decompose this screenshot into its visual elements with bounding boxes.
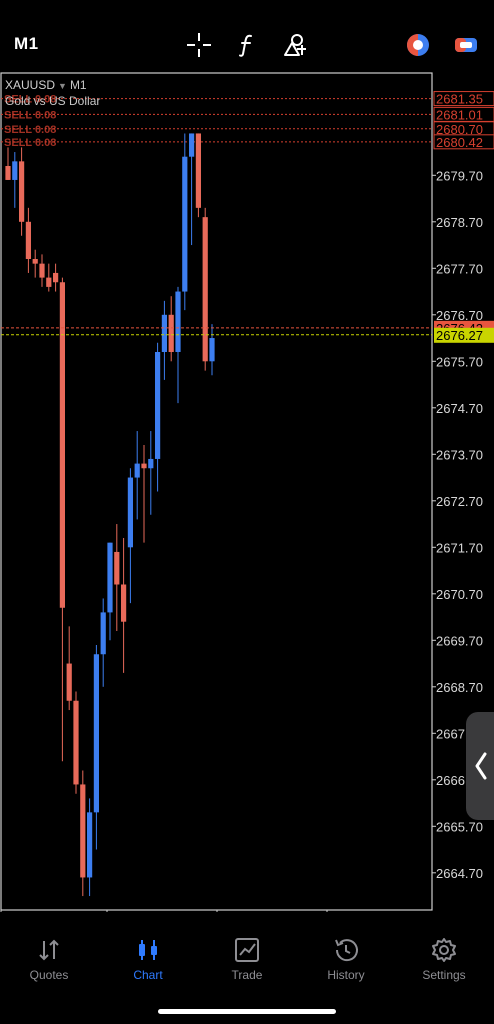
order-line-label: SELL 0.08 <box>4 124 56 136</box>
history-icon <box>335 939 358 962</box>
candle-body <box>80 784 86 878</box>
tab-settings-label: Settings <box>422 968 466 982</box>
candle-body <box>114 551 120 585</box>
y-tick-label: 2675.70 <box>436 354 483 369</box>
tab-history[interactable]: History <box>306 936 386 996</box>
price-chart[interactable]: 2679.70 2678.70 2677.70 2676.70 2675.70 2674.… <box>0 72 494 912</box>
chart-type-icon[interactable] <box>405 32 431 58</box>
tab-settings[interactable]: Settings <box>404 936 484 996</box>
tab-chart[interactable]: Chart <box>108 936 188 996</box>
candle-body <box>189 133 195 157</box>
settings-icon <box>432 938 456 962</box>
candle-body <box>5 166 11 180</box>
candle-body <box>168 314 174 352</box>
candle-body <box>87 812 93 878</box>
candle-body <box>134 463 140 478</box>
candle-body <box>53 272 59 283</box>
candle-body <box>107 542 113 613</box>
home-indicator <box>158 1009 336 1014</box>
order-price-label: 2680.42 <box>436 135 483 150</box>
order-line-label: SELL 0.08 <box>4 137 56 149</box>
function-icon[interactable] <box>234 32 260 58</box>
candle-body <box>66 663 72 701</box>
bottom-tab-bar: Quotes Chart Trade History Settings <box>0 912 494 1024</box>
symbol-header: XAUUSD ▼ M1 <box>5 78 87 92</box>
y-tick-label: 2671.70 <box>436 540 483 555</box>
quotes-icon <box>39 939 59 961</box>
tab-trade-label: Trade <box>231 968 263 982</box>
candle-body <box>121 584 127 622</box>
top-toolbar: M1 <box>0 0 494 72</box>
candle-body <box>32 259 38 264</box>
y-tick-label: 2668.70 <box>436 680 483 695</box>
tab-quotes[interactable]: Quotes <box>9 936 89 996</box>
tab-quotes-label: Quotes <box>29 968 69 982</box>
candle-body <box>148 458 154 469</box>
symbol-description: Gold vs US Dollar <box>5 94 101 108</box>
y-tick-label: 2665.70 <box>436 819 483 834</box>
symbol-label: XAUUSD <box>5 78 56 92</box>
order-price-label: 2681.35 <box>436 92 483 107</box>
y-tick-label: 2669.70 <box>436 633 483 648</box>
y-tick-label: 2678.70 <box>436 215 483 230</box>
y-tick-label: 2664.70 <box>436 866 483 881</box>
y-tick-label: 2679.70 <box>436 168 483 183</box>
crosshair-icon[interactable] <box>186 32 212 58</box>
candle-body <box>46 277 52 287</box>
chart-timeframe-label: M1 <box>69 78 87 92</box>
y-tick-label: 2672.70 <box>436 494 483 509</box>
candle-body <box>12 161 18 180</box>
side-panel-handle[interactable] <box>466 712 494 820</box>
y-tick-label: 2670.70 <box>436 587 483 602</box>
candle-body <box>39 263 45 278</box>
candle-body <box>175 291 181 352</box>
timeframe-button[interactable]: M1 <box>14 34 39 54</box>
candle-body <box>195 133 201 208</box>
candle-body <box>182 156 188 292</box>
tab-chart-label: Chart <box>133 968 163 982</box>
candle-body <box>127 477 133 548</box>
candle-body <box>141 463 147 469</box>
chart-icon <box>139 940 157 960</box>
y-tick-label: 2677.70 <box>436 261 483 276</box>
y-tick-label: 2673.70 <box>436 447 483 462</box>
candle-body <box>161 314 167 352</box>
y-tick-label: 2674.70 <box>436 401 483 416</box>
order-price-label: 2681.01 <box>436 107 483 122</box>
candle-body <box>73 700 79 785</box>
tab-trade[interactable]: Trade <box>207 936 287 996</box>
candle-body <box>25 221 31 259</box>
candle-body <box>93 654 99 813</box>
order-line-label: SELL 0.08 <box>4 109 56 121</box>
trade-icon <box>235 938 259 962</box>
candle-body <box>59 282 65 608</box>
bid-price-label: 2676.27 <box>436 328 483 343</box>
candlestick-chart[interactable]: 2679.702678.702677.702676.702675.702674.… <box>0 72 494 912</box>
candle-body <box>202 217 208 362</box>
chart-frame <box>0 72 433 911</box>
candle-body <box>155 352 161 459</box>
chevron-left-icon <box>475 752 487 780</box>
trade-toggle-icon[interactable] <box>453 32 479 58</box>
candle-body <box>19 161 25 222</box>
candle-body <box>209 338 215 362</box>
objects-icon[interactable] <box>282 32 308 58</box>
tab-history-label: History <box>327 968 365 982</box>
symbol-dropdown-icon[interactable]: ▼ <box>58 81 67 91</box>
candle-body <box>100 612 106 655</box>
